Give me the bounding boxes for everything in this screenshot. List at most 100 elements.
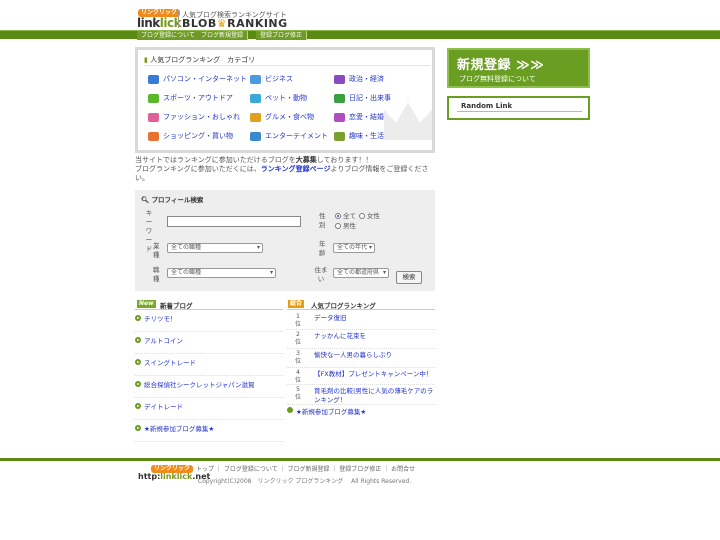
crown-icon: ♛ (216, 17, 228, 30)
rank-number-value: 3 (296, 350, 300, 357)
arrow-bullet-icon (135, 381, 141, 387)
category-label: ファッション・おしゃれ (163, 113, 240, 121)
category-title-suffix: カテゴリ (227, 56, 256, 64)
profile-search-title-text: プロフィール検索 (151, 196, 204, 204)
new-blog-link[interactable]: デイトレード (144, 401, 183, 411)
gender-radio-male[interactable] (335, 223, 341, 229)
nav-new-blog-registration[interactable]: ブログ新規登録 (197, 31, 249, 40)
ranking-recruit-link[interactable]: ★新規参加ブログ募集★ (296, 406, 366, 416)
occupation-label: 業種 (153, 242, 160, 259)
rank-number-value: 1 (296, 313, 300, 320)
new-blog-link[interactable]: スイングトレード (144, 357, 196, 367)
category-item[interactable]: ペット・動物 (250, 92, 307, 104)
table-row[interactable]: 3 位 愉快な一人男の暮らしぶり (287, 349, 435, 368)
site-logo[interactable]: linklick (137, 16, 182, 30)
occupation-select[interactable]: 全ての職種 (167, 243, 263, 253)
category-item[interactable]: 恋愛・結婚 (334, 111, 384, 123)
footer-logo-b: linklick (160, 472, 193, 481)
new-blog-link[interactable]: アルトコイン (144, 335, 183, 345)
list-item[interactable]: デイトレード (135, 400, 283, 420)
ranking-registration-link[interactable]: ランキング登録ページ (261, 165, 331, 173)
category-item[interactable]: グルメ・食べ物 (250, 111, 314, 123)
intro-line1-c: しております！！ (316, 156, 373, 164)
category-item[interactable]: 日記・出来事 (334, 92, 391, 104)
category-item[interactable]: ファッション・おしゃれ (148, 111, 240, 123)
rank-suffix: 位 (295, 358, 302, 365)
top-nav-bar: ブログ登録について ブログ新規登録 登録ブログ修正 (0, 30, 720, 40)
footer-links[interactable]: トップ ｜ ブログ登録について ｜ ブログ新規登録 ｜ 登録ブログ修正 ｜ お問… (196, 464, 415, 473)
gender-option-all: 全て (343, 212, 356, 220)
category-icon (148, 112, 159, 122)
category-item[interactable]: パソコン・インターネット (148, 73, 247, 85)
table-row[interactable]: 1 位 データ復旧 (287, 312, 435, 330)
category-label: エンターテイメント (265, 132, 328, 140)
overall-badge: 総合 (288, 300, 305, 308)
job-select[interactable]: 全ての職種 (167, 268, 276, 278)
intro-text: 当サイトではランキングに参加いただけるブログを大募集しております！！ ブログラン… (135, 156, 437, 183)
list-item[interactable]: ★新規参加ブログ募集★ (135, 422, 283, 442)
new-blogs-header: New 新着ブログ (135, 298, 283, 310)
category-label: スポーツ・アウトドア (163, 94, 233, 102)
list-item[interactable]: スイングトレード (135, 356, 283, 376)
nav-blog-registration-info[interactable]: ブログ登録について (137, 31, 200, 40)
keyword-input[interactable] (167, 216, 301, 227)
footer-logo-a: http: (138, 472, 161, 481)
category-icon (334, 93, 345, 103)
brand-logo[interactable]: BLOB♛RANKING (182, 17, 288, 30)
ranking-blog-link[interactable]: データ復旧 (314, 314, 434, 323)
gender-radio-female[interactable] (359, 213, 365, 219)
new-blog-link[interactable]: チリツモ！ (144, 313, 177, 323)
rank-number: 4位 (295, 369, 301, 385)
magnifier-icon: 🔍︎ (141, 196, 152, 204)
category-item[interactable]: 趣味・生活 (334, 130, 384, 142)
random-link-title: Random Link (461, 102, 513, 110)
table-row[interactable]: 4 位 【FX教材】プレゼントキャンペーン中！ (287, 368, 435, 385)
category-item[interactable]: スポーツ・アウトドア (148, 92, 233, 104)
ranking-blog-link[interactable]: 愉快な一人男の暮らしぶり (314, 351, 434, 360)
ranking-header: 総合 人気ブログランキング (287, 298, 435, 310)
arrow-bullet-icon (135, 425, 141, 431)
category-label: 恋愛・結婚 (349, 113, 384, 121)
residence-select[interactable]: 全ての都道府県 (333, 268, 389, 278)
intro-line1-a: 当サイトではランキングに参加いただけるブログを (135, 156, 296, 164)
list-item[interactable]: チリツモ！ (135, 312, 283, 332)
ranking-blog-link[interactable]: ナッかんに花束を (314, 332, 434, 341)
rank-number-value: 5 (296, 386, 300, 393)
category-icon (250, 93, 261, 103)
gender-option-male: 男性 (343, 222, 356, 230)
intro-line2-b: よりブログ情報をご登録くださ (330, 165, 429, 173)
gender-radio-all[interactable] (335, 213, 341, 219)
category-item[interactable]: エンターテイメント (250, 130, 328, 142)
age-select[interactable]: 全ての年代 (333, 243, 375, 253)
new-registration-banner[interactable]: 新規登録 ≫≫ ブログ無料登録について (447, 48, 590, 88)
table-row[interactable]: 2 位 ナッかんに花束を (287, 330, 435, 349)
category-item[interactable]: ショッピング・買い物 (148, 130, 233, 142)
category-label: 趣味・生活 (349, 132, 384, 140)
category-title-divider (144, 65, 430, 66)
new-blog-link[interactable]: ★新規参加ブログ募集★ (144, 423, 214, 433)
ranking-blog-link[interactable]: 【FX教材】プレゼントキャンペーン中！ (314, 370, 434, 379)
list-item[interactable]: アルトコイン (135, 334, 283, 354)
rank-number: 3位 (295, 350, 301, 366)
category-item[interactable]: ビジネス (250, 73, 293, 85)
arrow-bullet-icon (135, 359, 141, 365)
new-blog-link[interactable]: 総合探偵社シークレットジャパン滋賀 (144, 379, 255, 389)
nav-edit-registered-blog[interactable]: 登録ブログ修正 (256, 31, 308, 40)
category-label: ショッピング・買い物 (163, 132, 233, 140)
arrow-bullet-icon (135, 337, 141, 343)
new-registration-heading: 新規登録 ≫≫ (457, 58, 545, 73)
category-icon (250, 74, 261, 84)
list-item[interactable]: 総合探偵社シークレットジャパン滋賀 (135, 378, 283, 398)
search-button[interactable]: 検索 (396, 271, 422, 284)
new-blogs-title: 新着ブログ (160, 302, 193, 310)
profile-search-panel: 🔍︎ プロフィール検索 キーワード 性別 全て 女性 男性 業種 全ての職種 年… (135, 190, 435, 291)
category-label: ビジネス (265, 75, 293, 83)
brand-text-b: RANKING (227, 17, 288, 30)
category-item[interactable]: 政治・経済 (334, 73, 384, 85)
category-icon (250, 131, 261, 141)
residence-label: 住まい (314, 266, 328, 283)
ranking-blog-link[interactable]: 育毛剤の比較|男性に人気の薄毛ケアのランキング！ (314, 387, 434, 405)
ranking-recruit-item[interactable]: ★新規参加ブログ募集★ (287, 406, 435, 416)
category-icon (148, 93, 159, 103)
table-row[interactable]: 5 位育毛剤の比較|男性に人気の薄毛ケアのランキング！ (287, 385, 435, 405)
